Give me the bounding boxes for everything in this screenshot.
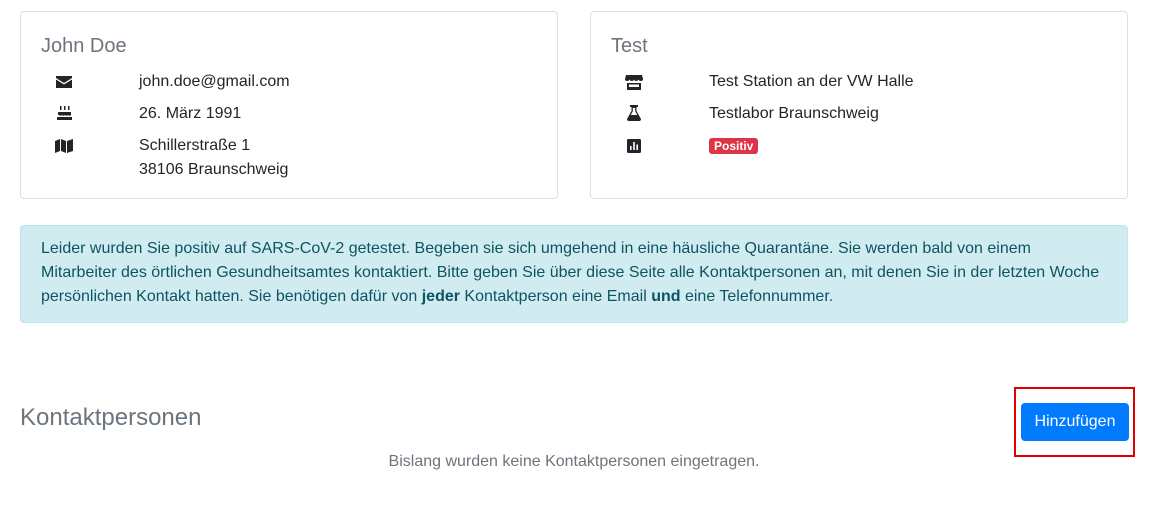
patient-email: john.doe@gmail.com: [139, 73, 290, 90]
birthday-cake-icon: [55, 105, 73, 121]
test-result-wrap: Positiv: [709, 134, 759, 158]
envelope-icon: [55, 74, 73, 90]
store-icon: [625, 74, 643, 90]
flask-icon: [625, 105, 643, 121]
test-lab: Testlabor Braunschweig: [709, 105, 879, 122]
contacts-title: Kontaktpersonen: [20, 404, 202, 431]
patient-birthday: 26. März 1991: [139, 105, 242, 122]
positive-alert: Leider wurden Sie positiv auf SARS-CoV-2…: [20, 225, 1128, 323]
map-icon: [55, 138, 73, 154]
test-title: Test: [611, 35, 648, 57]
patient-card: John Doe john.doe@gmail.com 26. März 199…: [20, 11, 558, 199]
patient-address-line2: 38106 Braunschweig: [139, 161, 289, 178]
patient-address-line1: Schillerstraße 1: [139, 137, 251, 154]
test-card: Test Test Station an der VW Halle Testla…: [590, 11, 1128, 199]
alert-bold-und: und: [651, 288, 681, 305]
add-contact-button[interactable]: Hinzufügen: [1021, 403, 1129, 441]
chart-icon: [625, 138, 643, 154]
alert-text-part3: eine Telefonnummer.: [680, 288, 834, 305]
add-button-highlight: Hinzufügen: [1014, 387, 1135, 457]
alert-text-part2: Kontaktperson eine Email: [459, 288, 652, 305]
result-badge: Positiv: [709, 138, 759, 154]
patient-name: John Doe: [41, 35, 127, 57]
empty-contacts-message: Bislang wurden keine Kontaktpersonen ein…: [388, 453, 760, 470]
alert-bold-jeder: jeder: [421, 288, 460, 305]
test-station: Test Station an der VW Halle: [709, 73, 914, 90]
